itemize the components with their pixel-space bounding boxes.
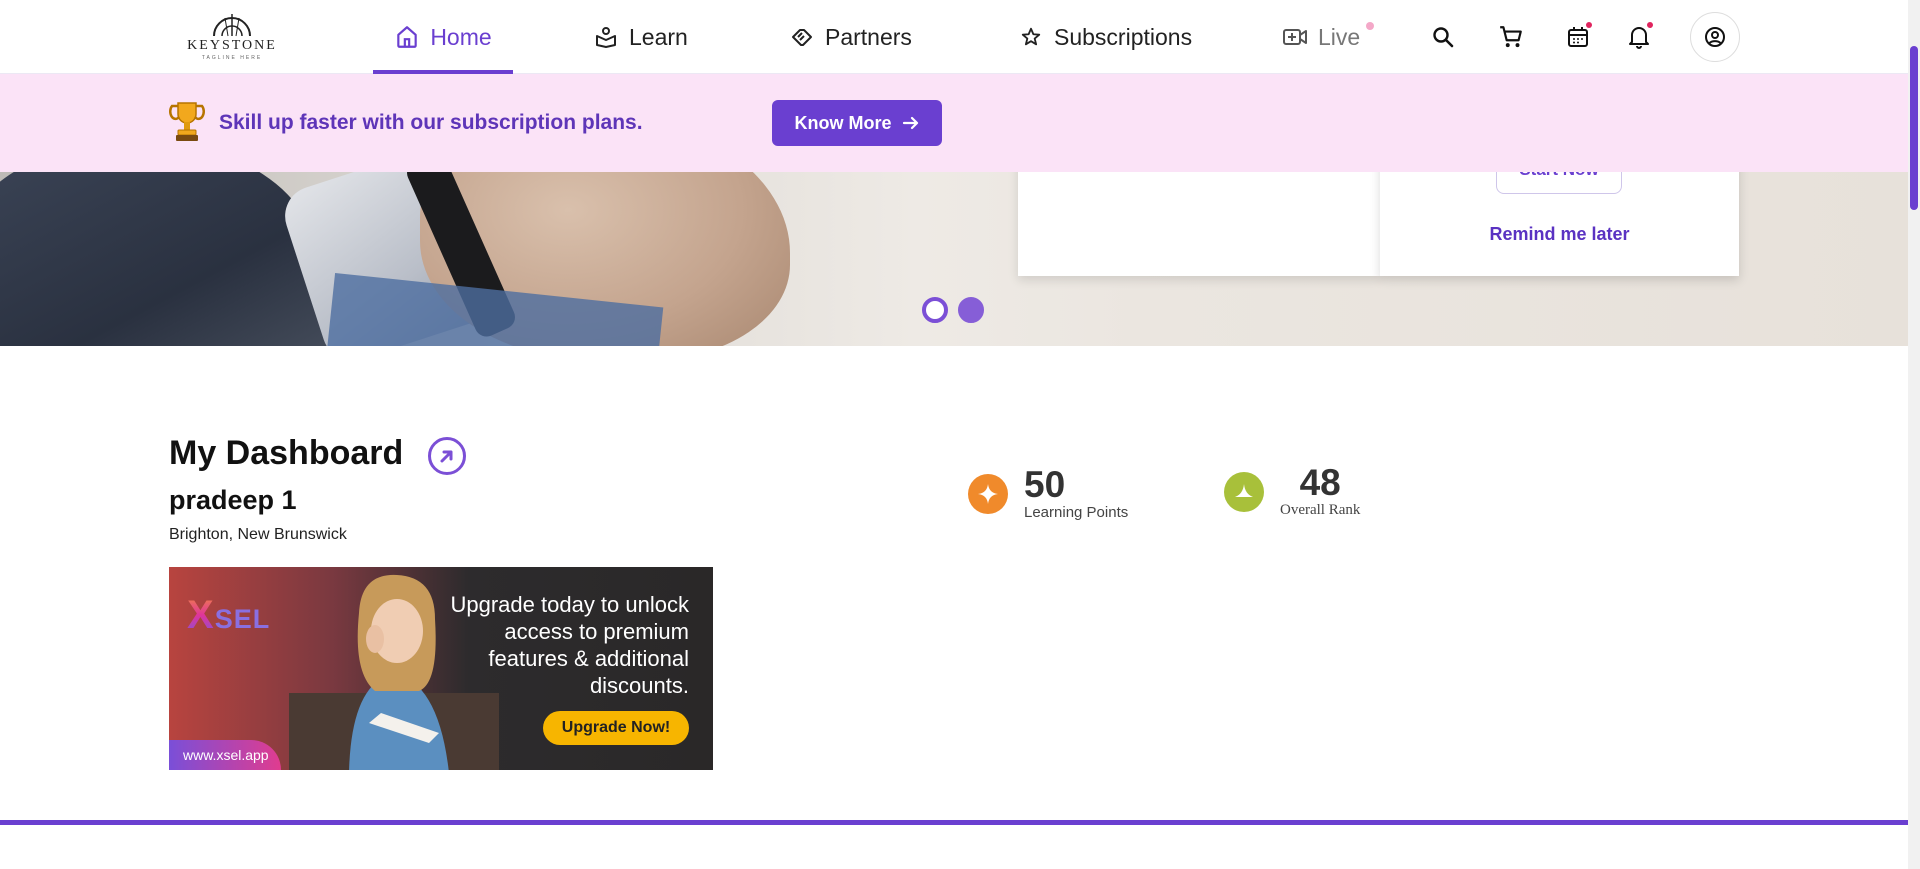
- nav-home[interactable]: Home: [373, 0, 513, 74]
- nav-partners-label: Partners: [825, 23, 912, 50]
- user-location: Brighton, New Brunswick: [169, 526, 347, 543]
- subscription-banner: Skill up faster with our subscription pl…: [0, 74, 1908, 172]
- arrow-right-icon: [902, 116, 918, 130]
- banner-message: Skill up faster with our subscription pl…: [219, 111, 643, 134]
- know-more-button[interactable]: Know More: [772, 100, 942, 146]
- overall-rank-label: Overall Rank: [1280, 502, 1361, 518]
- nav-partners[interactable]: Partners: [789, 0, 912, 74]
- upgrade-now-button[interactable]: Upgrade Now!: [543, 711, 689, 745]
- handshake-icon: [789, 24, 815, 50]
- ad-url: www.xsel.app: [169, 740, 281, 770]
- top-navbar: KEYSTONE TAGLINE HERE Home Learn Partner…: [0, 0, 1908, 74]
- bell-icon: [1629, 27, 1649, 49]
- xsel-logo-mark: X: [187, 593, 215, 637]
- user-name: pradeep 1: [169, 485, 297, 515]
- calendar-icon: [1568, 27, 1588, 47]
- nav-learn[interactable]: Learn: [593, 0, 688, 74]
- dashboard-title: My Dashboard: [169, 434, 404, 472]
- arrow-up-right-icon: [440, 450, 453, 463]
- nav-learn-label: Learn: [629, 23, 688, 50]
- account-icon: [1705, 27, 1725, 47]
- nav-subscriptions-label: Subscriptions: [1054, 23, 1193, 50]
- notifications-button[interactable]: [1624, 22, 1654, 52]
- star-icon: [1018, 24, 1044, 50]
- search-button[interactable]: [1428, 22, 1458, 52]
- cart-icon: [1500, 26, 1522, 48]
- home-icon: [394, 24, 420, 50]
- overall-rank-value: 48: [1299, 462, 1341, 503]
- learning-points-label: Learning Points: [1024, 504, 1129, 521]
- logo-emblem-icon: [213, 14, 251, 37]
- nav-subscriptions[interactable]: Subscriptions: [1018, 0, 1192, 74]
- logo-text: KEYSTONE: [187, 38, 277, 53]
- open-dashboard-button[interactable]: [428, 437, 466, 475]
- overall-rank-stat: 48 Overall Rank: [1224, 464, 1360, 519]
- nav-home-label: Home: [430, 23, 492, 50]
- cart-button[interactable]: [1496, 22, 1526, 52]
- keystone-logo[interactable]: KEYSTONE TAGLINE HERE: [186, 10, 278, 62]
- scrollbar-thumb[interactable]: [1910, 46, 1918, 210]
- ad-copy: Upgrade today to unlock access to premiu…: [450, 592, 690, 698]
- carousel-dot-1[interactable]: [922, 297, 948, 323]
- logo-tagline: TAGLINE HERE: [201, 55, 263, 61]
- remind-me-later-link[interactable]: Remind me later: [1380, 224, 1739, 245]
- learning-points-stat: 50 Learning Points: [968, 466, 1128, 521]
- bell-notification-dot: [1647, 22, 1653, 28]
- nav-live-label: Live: [1318, 23, 1361, 50]
- upgrade-ad-banner[interactable]: XSEL Upgrade today to unlock access to p…: [169, 567, 713, 770]
- xsel-logo-text: SEL: [214, 604, 271, 634]
- profile-button[interactable]: [1690, 12, 1740, 62]
- rank-icon: [1224, 471, 1264, 512]
- live-indicator: [1366, 22, 1375, 30]
- section-divider: [0, 820, 1908, 825]
- learn-icon: [593, 24, 619, 50]
- carousel-indicators: [922, 297, 984, 323]
- page-scrollbar[interactable]: [1908, 0, 1920, 869]
- learning-points-icon: [968, 473, 1008, 514]
- carousel-dot-2[interactable]: [958, 297, 984, 323]
- nav-live[interactable]: Live: [1282, 0, 1375, 74]
- calendar-button[interactable]: [1563, 22, 1593, 52]
- xsel-logo: XSEL: [187, 593, 270, 638]
- calendar-notification-dot: [1586, 22, 1592, 28]
- learning-points-value: 50: [1024, 464, 1066, 505]
- know-more-label: Know More: [794, 112, 892, 133]
- video-add-icon: [1282, 24, 1308, 50]
- search-icon: [1433, 27, 1454, 48]
- trophy-icon: [168, 102, 206, 141]
